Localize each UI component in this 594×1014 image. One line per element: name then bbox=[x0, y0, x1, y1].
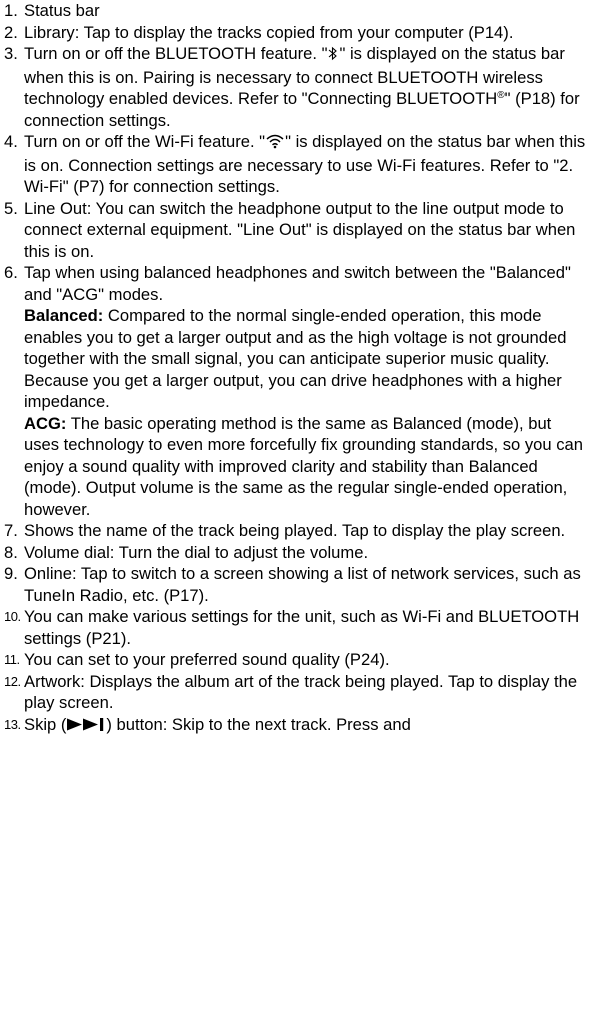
item-number: 9. bbox=[4, 564, 18, 583]
item-number: 8. bbox=[4, 542, 18, 562]
feature-list: 1. Status bar 2. Library: Tap to display… bbox=[4, 0, 588, 737]
item-number: 6. bbox=[4, 263, 18, 282]
acg-term: ACG: bbox=[24, 413, 67, 433]
item-text: You can set to your preferred sound qual… bbox=[24, 650, 390, 669]
item-text: Turn on or off the Wi-Fi feature. " " is … bbox=[24, 131, 588, 198]
balanced-description: Balanced: Compared to the normal single-… bbox=[24, 305, 588, 413]
item-number: 12. bbox=[4, 673, 21, 689]
item-number: 3. bbox=[4, 44, 18, 63]
list-item-11: 11. You can set to your preferred sound … bbox=[4, 649, 588, 671]
item-number: 4. bbox=[4, 132, 18, 151]
item-text: You can make various settings for the un… bbox=[24, 607, 580, 648]
item-number: 11. bbox=[4, 652, 20, 667]
item-number: 5. bbox=[4, 198, 18, 218]
item-text-part: ) button: Skip to the next track. Press … bbox=[106, 714, 411, 734]
item-number: 10. bbox=[4, 609, 21, 624]
wifi-icon bbox=[265, 133, 285, 155]
balanced-term: Balanced: bbox=[24, 306, 104, 325]
item-text: Turn on or off the BLUETOOTH feature. " "… bbox=[24, 43, 588, 131]
list-item-13: 13. Skip ( ) button: Skip to the next tra… bbox=[4, 714, 588, 738]
list-item-9: 9. Online: Tap to switch to a screen sho… bbox=[4, 563, 588, 606]
item-text-part: Skip ( bbox=[24, 714, 67, 734]
item-text: Shows the name of the track being played… bbox=[24, 521, 566, 540]
item-text: Status bar bbox=[24, 1, 100, 20]
registered-mark: ® bbox=[497, 90, 505, 101]
item-number: 13. bbox=[4, 716, 21, 732]
item-text-part: Turn on or off the BLUETOOTH feature. " bbox=[24, 44, 328, 63]
item-text: Skip ( ) button: Skip to the next track. … bbox=[24, 714, 588, 738]
list-item-7: 7. Shows the name of the track being pla… bbox=[4, 520, 588, 542]
list-item-12: 12. Artwork: Displays the album art of t… bbox=[4, 671, 588, 714]
item-text: Online: Tap to switch to a screen showin… bbox=[24, 564, 581, 605]
item-text: Artwork: Displays the album art of the t… bbox=[24, 671, 578, 713]
skip-next-icon bbox=[66, 716, 106, 738]
item-text: Library: Tap to display the tracks copie… bbox=[24, 22, 514, 42]
item-number: 1. bbox=[4, 1, 18, 20]
list-item-10: 10. You can make various settings for th… bbox=[4, 606, 588, 649]
acg-text: The basic operating method is the same a… bbox=[24, 413, 583, 519]
bluetooth-icon bbox=[327, 45, 339, 67]
list-item-2: 2. Library: Tap to display the tracks co… bbox=[4, 22, 588, 44]
list-item-6: 6. Tap when using balanced headphones an… bbox=[4, 262, 588, 520]
list-item-5: 5. Line Out: You can switch the headphon… bbox=[4, 198, 588, 263]
item-number: 2. bbox=[4, 22, 18, 42]
item-text-part: Turn on or off the Wi-Fi feature. " bbox=[24, 132, 266, 151]
balanced-text: Compared to the normal single-ended oper… bbox=[24, 306, 567, 411]
manual-page: 1. Status bar 2. Library: Tap to display… bbox=[0, 0, 588, 737]
list-item-4: 4. Turn on or off the Wi-Fi feature. " " … bbox=[4, 131, 588, 198]
item-text: Line Out: You can switch the headphone o… bbox=[24, 198, 576, 261]
list-item-1: 1. Status bar bbox=[4, 0, 588, 22]
item-text: Volume dial: Turn the dial to adjust the… bbox=[24, 542, 369, 562]
list-item-8: 8. Volume dial: Turn the dial to adjust … bbox=[4, 542, 588, 564]
item-text: Tap when using balanced headphones and s… bbox=[24, 263, 571, 304]
acg-description: ACG: The basic operating method is the s… bbox=[24, 413, 588, 521]
item-number: 7. bbox=[4, 521, 18, 540]
list-item-3: 3. Turn on or off the BLUETOOTH feature.… bbox=[4, 43, 588, 131]
